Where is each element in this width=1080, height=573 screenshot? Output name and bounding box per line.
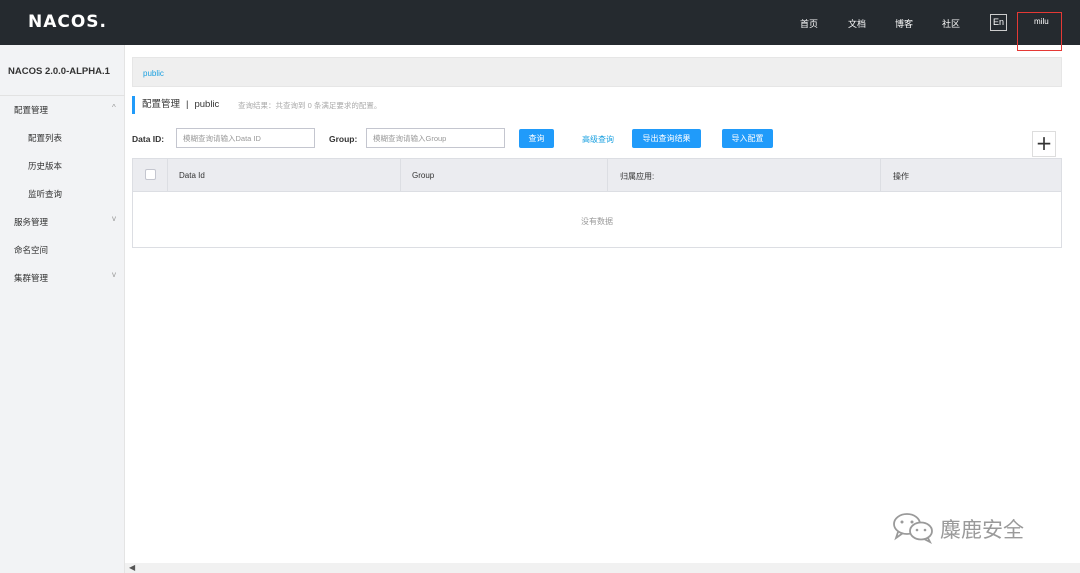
title-separator: | (186, 99, 189, 110)
wechat-watermark: 麋鹿安全 (890, 510, 1055, 546)
namespace-link-public[interactable]: public (143, 69, 164, 78)
data-id-label: Data ID: (132, 134, 165, 144)
sidebar-title: NACOS 2.0.0-ALPHA.1 (8, 66, 110, 77)
nacos-logo[interactable]: NACOS. (28, 12, 107, 32)
sidebar-item-cluster-management[interactable]: 集群管理 (14, 272, 48, 284)
top-nav-bar: NACOS. 首页 文档 博客 社区 En milu (0, 0, 1080, 45)
add-config-button[interactable]: + (1032, 131, 1056, 157)
select-all-checkbox[interactable] (145, 169, 156, 180)
column-divider (880, 159, 881, 192)
chevron-down-icon[interactable]: v (112, 214, 116, 223)
nav-blog-link[interactable]: 博客 (895, 17, 913, 30)
page-title: 配置管理 (142, 99, 181, 110)
nav-docs-link[interactable]: 文档 (848, 17, 866, 30)
data-id-input[interactable] (176, 128, 315, 148)
red-highlight-annotation (1017, 12, 1062, 51)
sidebar: NACOS 2.0.0-ALPHA.1 配置管理 ^ 配置列表 历史版本 监听查… (0, 45, 125, 573)
sidebar-item-config-list[interactable]: 配置列表 (28, 132, 62, 144)
sidebar-item-history[interactable]: 历史版本 (28, 160, 62, 172)
group-label: Group: (329, 134, 358, 144)
query-button[interactable]: 查询 (519, 129, 554, 148)
table-header: Data Id Group 归属应用: 操作 (133, 159, 1061, 192)
config-table: Data Id Group 归属应用: 操作 没有数据 (132, 158, 1062, 248)
sidebar-item-config-management[interactable]: 配置管理 (14, 104, 48, 116)
nav-home-link[interactable]: 首页 (800, 17, 818, 30)
column-divider (400, 159, 401, 192)
column-header-actions: 操作 (893, 172, 909, 181)
column-header-data-id[interactable]: Data Id (179, 171, 205, 180)
language-switch-button[interactable]: En (990, 14, 1007, 31)
scroll-left-arrow-icon[interactable]: ◀ (129, 563, 135, 572)
column-divider (167, 159, 168, 192)
column-divider (607, 159, 608, 192)
nav-community-link[interactable]: 社区 (942, 17, 960, 30)
sidebar-item-listener-query[interactable]: 监听查询 (28, 188, 62, 200)
group-input[interactable] (366, 128, 505, 148)
import-config-button[interactable]: 导入配置 (722, 129, 773, 148)
chevron-down-icon[interactable]: v (112, 270, 116, 279)
sidebar-divider (0, 95, 125, 96)
column-header-group[interactable]: Group (412, 171, 434, 180)
chevron-up-icon[interactable]: ^ (112, 103, 116, 112)
table-empty-message: 没有数据 (581, 217, 613, 226)
wechat-icon (893, 513, 933, 545)
page-header: 配置管理 | public (132, 96, 219, 114)
namespace-bar: public (132, 57, 1062, 87)
column-header-app[interactable]: 归属应用: (620, 171, 654, 182)
export-results-button[interactable]: 导出查询结果 (632, 129, 701, 148)
advanced-query-link[interactable]: 高级查询 (582, 134, 614, 145)
page-namespace: public (194, 99, 220, 110)
query-result-summary: 查询结果：共查询到 0 条满足要求的配置。 (238, 101, 382, 110)
watermark-text: 麋鹿安全 (940, 518, 1024, 542)
sidebar-item-namespace[interactable]: 命名空间 (14, 244, 48, 256)
horizontal-scrollbar[interactable]: ◀ (125, 563, 1080, 573)
sidebar-item-service-management[interactable]: 服务管理 (14, 216, 48, 228)
